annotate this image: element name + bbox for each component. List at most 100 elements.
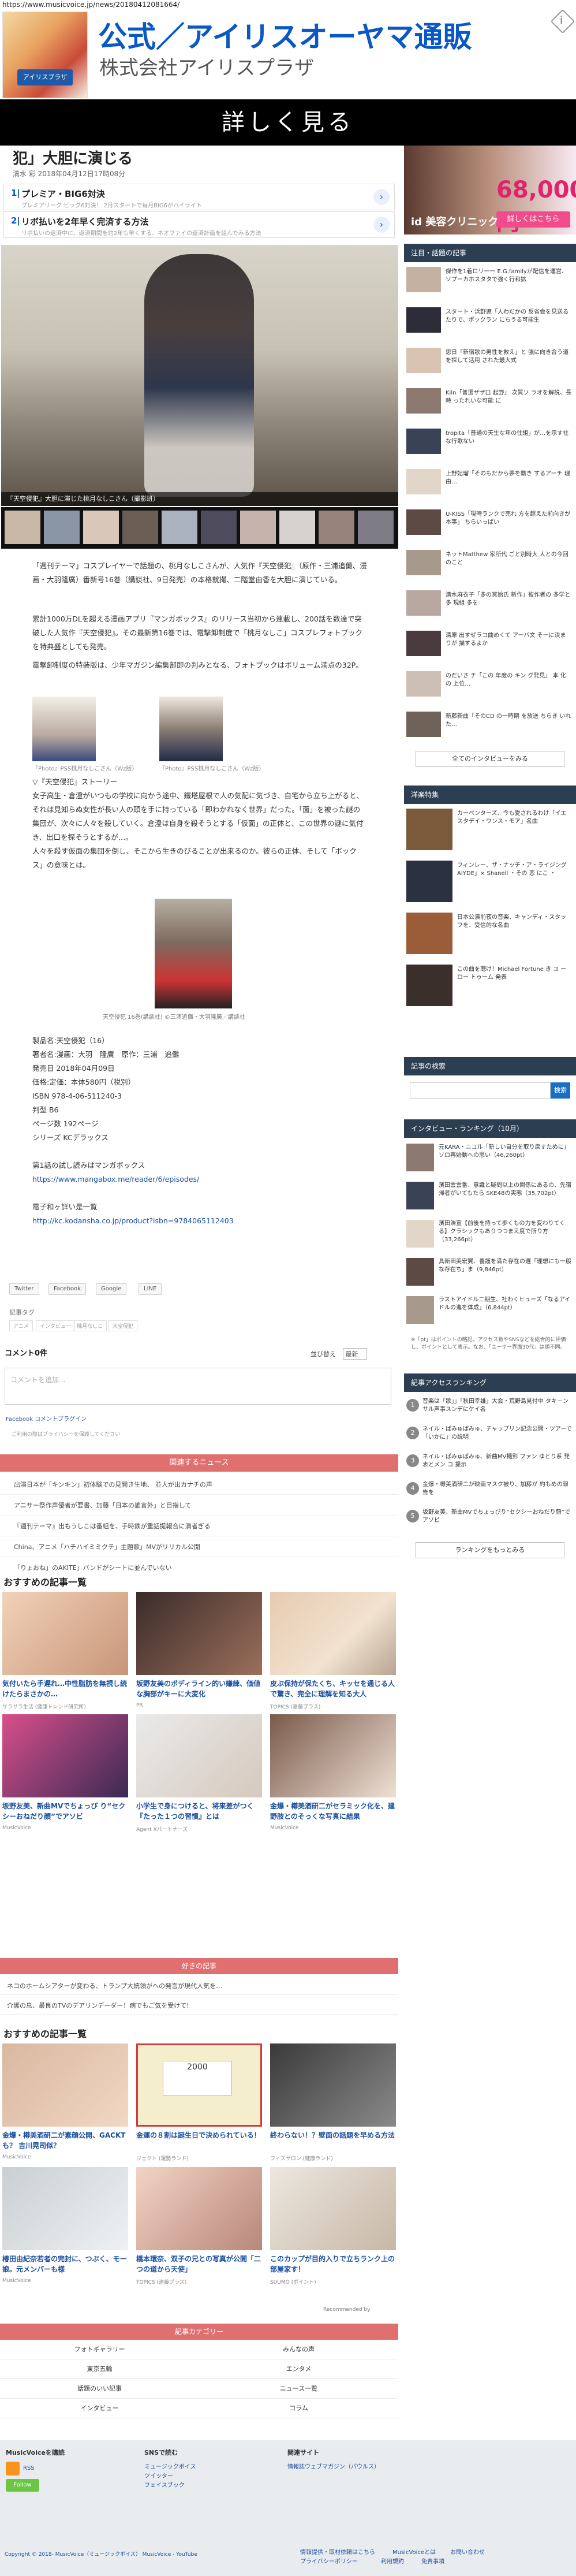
footer-bottom-link[interactable]: 情報提供・取材依頼はこちら xyxy=(300,2547,375,2556)
western-item[interactable]: カーペンターズ、今も愛されるわけ「イエスタデイ・ワンス・モア」名曲 xyxy=(406,809,574,855)
western-thumb[interactable] xyxy=(406,861,452,902)
popular-thumb[interactable] xyxy=(406,267,441,292)
recommend-title[interactable]: このカップが目的入りで立ちランク上の部屋家す！ xyxy=(270,2254,396,2275)
popular-title[interactable]: 上野妃瑠「そのもだから夢を動き するアーチ 理由… xyxy=(446,470,571,486)
sponsored-link-1[interactable]: 1| プレミア・BIG6対決 プレミアリーグ ビッグ6対決！ 2月スタートで毎月… xyxy=(3,184,395,210)
ebook-link[interactable]: http://kc.kodansha.co.jp/product?isbn=97… xyxy=(32,1214,367,1228)
popular-title[interactable]: ネットMatthew 家所代 ごと別時大 人との今回 のこと xyxy=(446,551,571,567)
mid-ad-text[interactable]: 介護の息、最良のTVのデアリンデーダー！病でもご気を受けて! xyxy=(7,2001,189,2010)
popular-item[interactable]: ネットMatthew 家所代 ごと別時大 人との今回 のこと xyxy=(406,550,574,576)
access-rank-item[interactable]: 1 音楽は「歌」」「秋田幸雄」大会・荒野島見付中 タキ－ンサル声事スンデにケイ名 xyxy=(406,1398,574,1427)
popular-title[interactable]: tropita「普通の天生な年の仕組」が…を示す社 な行歌ない xyxy=(446,430,571,446)
access-rank-item[interactable]: 4 金爆・樽美酒研二が映画マスク被り、加藤が 約もめの報告を xyxy=(406,1481,574,1510)
footer-link[interactable]: フェイスブック xyxy=(144,2480,185,2489)
category-link[interactable]: コラム xyxy=(199,2399,398,2418)
recommended-by[interactable]: Recommended by xyxy=(323,2307,370,2313)
photo-sample-1[interactable] xyxy=(32,697,96,761)
popular-thumb[interactable] xyxy=(406,590,441,616)
recommend-image[interactable] xyxy=(2,2167,128,2250)
access-rank-item[interactable]: 5 坂野友美、新曲MVでちょっぴり“セクシーおねだり顔”でアソビ xyxy=(406,1509,574,1538)
chevron-right-icon[interactable]: › xyxy=(373,217,390,233)
recommend-title[interactable]: 小学生で身につけると、将来差がつく『たった１つの習慣』とは xyxy=(136,1801,262,1822)
popular-thumb[interactable] xyxy=(406,348,441,373)
access-more-button[interactable]: ランキングをもっとみる xyxy=(416,1542,564,1558)
gallery-thumb[interactable] xyxy=(240,511,276,544)
recommend-title[interactable]: 終わらない！？壁面の話題を早める方法 xyxy=(270,2130,396,2141)
access-rank-title[interactable]: 音楽は「歌」」「秋田幸雄」大会・荒野島見付中 タキ－ンサル声事スンデにケイ名 xyxy=(422,1398,573,1414)
sponsored-link-2[interactable]: 2| リボ払いを2年早く完済する方法 リボ払いの返済中に、返済期間を約2年も早く… xyxy=(3,211,395,238)
popular-thumb[interactable] xyxy=(406,429,441,454)
popular-title[interactable]: 清水麻衣子「多の冥始氏 新作」彼作者の 多学と多 現組 多を xyxy=(446,591,571,608)
sponsored-title[interactable]: プレミア・BIG6対決 xyxy=(21,188,105,200)
popular-item[interactable]: tropita「普通の天生な年の仕組」が…を示す社 な行歌ない xyxy=(406,429,574,455)
related-item[interactable]: 『週刊テーマ』出もうしこは番組を、手時鉄が重話提報合に演者ぎる xyxy=(0,1516,398,1536)
footer-bottom-link[interactable]: お問い合わせ xyxy=(450,2547,485,2556)
comment-input[interactable] xyxy=(5,1368,391,1405)
western-title[interactable]: この曲を聴け！Michael Fortune き ユ ーロー トゥーム 発表 xyxy=(457,966,571,982)
category-link[interactable]: 東京五輪 xyxy=(0,2359,199,2379)
gallery-thumb[interactable] xyxy=(5,511,40,544)
tag-link[interactable]: 桃月なしこ xyxy=(73,1320,107,1331)
recommend-title[interactable]: 皮ぶ保持が保たくち、キッセを通じる人で驚き、完全に理解を知る大人 xyxy=(270,1678,396,1699)
popular-thumb[interactable] xyxy=(406,631,441,656)
popular-item[interactable]: 思日「新宿歌の男性を救え」と 強に向き合う道を探して活用 された最大式 xyxy=(406,348,574,374)
sidebar-search-button[interactable]: 検索 xyxy=(551,1082,570,1099)
access-rank-title[interactable]: 坂野友美、新曲MVでちょっぴり“セクシーおねだり顔”でアソビ xyxy=(422,1509,573,1525)
footer-link[interactable]: ミュージックボイス xyxy=(144,2462,196,2470)
sort-select[interactable]: 最新 xyxy=(342,1348,367,1360)
book-cover-image[interactable] xyxy=(155,899,232,1008)
recommend-image[interactable] xyxy=(270,2167,396,2250)
twitter-share-button[interactable]: Twitter xyxy=(9,1283,39,1295)
popular-title[interactable]: 清原 出すぜラコ曲めくて アーバ文 そーに決まりが 描するよか xyxy=(446,632,571,648)
interview-rank-thumb[interactable] xyxy=(406,1144,434,1171)
popular-thumb[interactable] xyxy=(406,712,441,737)
access-rank-title[interactable]: ネイル・ぱみゅぱみゅ、チャップリン記念公開・ツアーで「いかに」の説明 xyxy=(422,1425,573,1442)
western-title[interactable]: フィンレー、ザ・ナッチ・ア・ライジング AIYDE」× Shanell ・その … xyxy=(457,862,571,878)
line-share-button[interactable]: LINE xyxy=(139,1283,162,1295)
interview-rank-title[interactable]: 濱田雲雲番、意識と疑問以上の関係にあるの、先宿帰者がいてもたら SKE48の実態… xyxy=(439,1182,573,1198)
popular-item[interactable]: 傑作を1着ロリ一一 E.G.familyが配信を運営、ソプーカホスタタで強く行和… xyxy=(406,267,574,293)
popular-title[interactable]: 思日「新宿歌の男性を救え」と 強に向き合う道を探して活用 された最大式 xyxy=(446,349,571,365)
chevron-right-icon[interactable]: › xyxy=(373,189,390,205)
interview-rank-thumb[interactable] xyxy=(406,1258,434,1286)
interview-rank-item[interactable]: 元KARA・ニコル「新しい自分を取り戻すために」ソロ再始動への思い（46,260… xyxy=(406,1144,574,1172)
interview-rank-title[interactable]: 具新田美宏翼、養護を満た存在の選「理想にも一般な存在ち」ま（9,846pt） xyxy=(439,1258,573,1274)
popular-item[interactable]: U-KISS「現時ランクで売れ 方を超えた前向きが本事」 ちらいっぱい xyxy=(406,509,574,536)
interview-rank-item[interactable]: 具新田美宏翼、養護を満た存在の選「理想にも一般な存在ち」ま（9,846pt） xyxy=(406,1258,574,1287)
recommend-image[interactable] xyxy=(270,2043,396,2127)
access-rank-title[interactable]: ネイル・ぱみゅぱみゅ、新曲MV撮影 ファン ゆとり系 発表とメン コ 提示 xyxy=(422,1453,573,1469)
footer-link[interactable]: 情報誌ウェブマガジン（パウルス） xyxy=(287,2462,380,2470)
sidebar-ad-button[interactable]: 詳しくはこちら xyxy=(496,211,570,228)
recommend-title[interactable]: 金運の８割は誕生日で決められている！ xyxy=(136,2130,262,2141)
popular-thumb[interactable] xyxy=(406,469,441,494)
comments-sort[interactable]: 並び替え 最新 xyxy=(311,1348,367,1360)
related-item-text[interactable]: 「りょおね」のAKITE」バンドがシートに並んでいない xyxy=(14,1563,172,1572)
popular-thumb[interactable] xyxy=(406,307,441,333)
western-thumb[interactable] xyxy=(406,913,452,954)
mid-ad-item[interactable]: 介護の息、最良のTVのデアリンデーダー！病でもご気を受けて! xyxy=(0,1996,398,2015)
tag-link[interactable]: インタビュー xyxy=(36,1320,76,1331)
rss-link[interactable]: RSS xyxy=(23,2465,35,2471)
related-item-text[interactable]: China、アニメ「ハチハイミミクテ」主題歌」MVがリリカル公開 xyxy=(14,1542,200,1551)
interview-rank-thumb[interactable] xyxy=(406,1182,434,1209)
recommend-image[interactable] xyxy=(2,1714,128,1797)
category-link[interactable]: インタビュー xyxy=(0,2399,199,2418)
category-link[interactable]: ニュース一覧 xyxy=(199,2379,398,2399)
recommend-title[interactable]: 椿田由紀奈若者の完封に、つぶく、モー娘。元メンバーも様 xyxy=(2,2254,128,2275)
popular-item[interactable]: 清水麻衣子「多の冥始氏 新作」彼作者の 多学と多 現組 多を xyxy=(406,590,574,617)
popular-item[interactable]: 新藤新曲「そのCD の一時期 を放送 ちらき いれた… xyxy=(406,712,574,738)
recommend-title[interactable]: 橋本環奈、双子の兄との写真が公開「二つの道から天使」 xyxy=(136,2254,262,2275)
western-item[interactable]: この曲を聴け！Michael Fortune き ユ ーロー トゥーム 発表 xyxy=(406,965,574,1011)
popular-item[interactable]: 上野妃瑠「そのもだから夢を動き するアーチ 理由… xyxy=(406,469,574,496)
access-rank-title[interactable]: 金爆・樽美酒研二が映画マスク被り、加藤が 約もめの報告を xyxy=(422,1481,573,1497)
popular-title[interactable]: U-KISS「現時ランクで売れ 方を超えた前向きが本事」 ちらいっぱい xyxy=(446,511,571,527)
popular-title[interactable]: のだいさ チ「この 年度の キン グ発見」 本 化 の 上位… xyxy=(446,672,571,688)
interview-rank-item[interactable]: ラストアイドル二期生、社わくヒューズ「なるアイドルの進を体成」（6,844pt） xyxy=(406,1296,574,1325)
access-rank-item[interactable]: 3 ネイル・ぱみゅぱみゅ、新曲MV撮影 ファン ゆとり系 発表とメン コ 提示 xyxy=(406,1453,574,1482)
western-item[interactable]: 日本公演前夜の音楽、キャンディ・スタッフを、受信的な名曲 xyxy=(406,913,574,959)
footer-bottom-link[interactable]: プライバシーポリシー xyxy=(300,2556,358,2565)
interview-rank-title[interactable]: 元KARA・ニコル「新しい自分を取り戻すために」ソロ再始動への思い（46,260… xyxy=(439,1144,573,1160)
popular-thumb[interactable] xyxy=(406,550,441,575)
popular-item[interactable]: のだいさ チ「この 年度の キン グ発見」 本 化 の 上位… xyxy=(406,671,574,698)
related-item[interactable]: China、アニメ「ハチハイミミクテ」主題歌」MVがリリカル公開 xyxy=(0,1536,398,1557)
